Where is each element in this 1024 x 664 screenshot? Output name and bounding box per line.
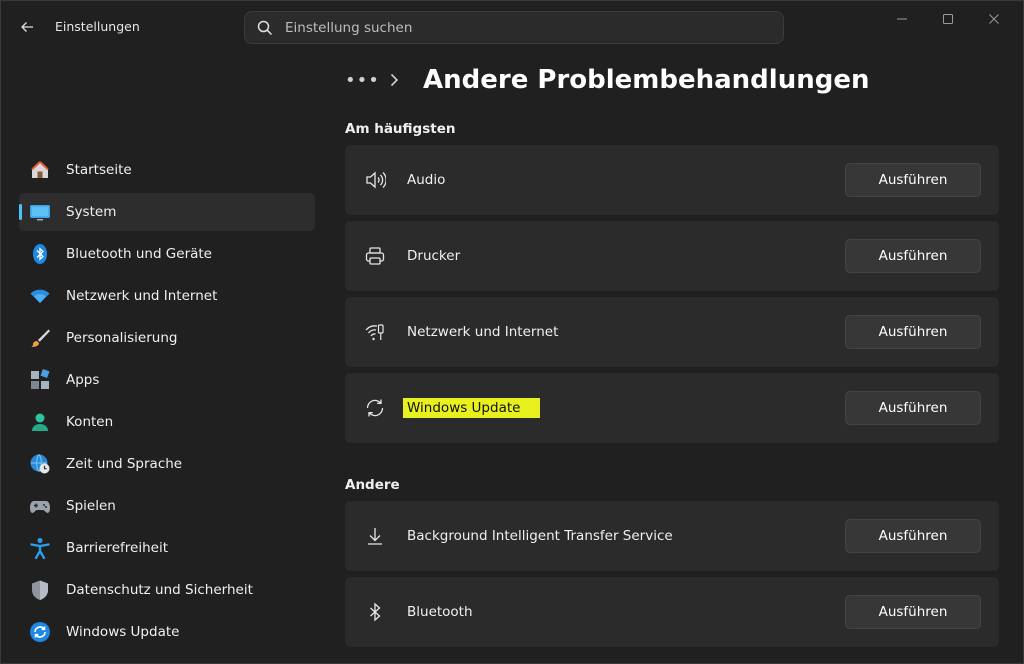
sidebar-item-label: Spielen	[66, 498, 116, 514]
settings-window: Einstellungen Startseite	[0, 0, 1024, 664]
sidebar-item-spielen[interactable]: Spielen	[19, 487, 315, 525]
main-content: ••• Andere Problembehandlungen Am häufig…	[345, 57, 999, 647]
download-icon	[361, 522, 389, 550]
run-printer-button[interactable]: Ausführen	[845, 239, 981, 273]
minimize-icon	[897, 18, 907, 20]
sidebar-item-label: Barrierefreiheit	[66, 540, 168, 556]
run-bluetooth-button[interactable]: Ausführen	[845, 595, 981, 629]
sidebar-item-label: Bluetooth und Geräte	[66, 246, 212, 262]
close-icon	[989, 14, 999, 24]
window-controls	[879, 5, 1017, 33]
section-title-other: Andere	[345, 477, 400, 493]
sidebar-item-label: Startseite	[66, 162, 132, 178]
troubleshooter-bits: Background Intelligent Transfer Service …	[345, 501, 999, 571]
maximize-icon	[943, 14, 953, 24]
shield-icon	[29, 579, 51, 601]
troubleshooter-label: Audio	[407, 172, 446, 188]
person-icon	[29, 411, 51, 433]
sidebar-item-zeit-und-sprache[interactable]: Zeit und Sprache	[19, 445, 315, 483]
sidebar-item-label: Zeit und Sprache	[66, 456, 183, 472]
sidebar-item-label: System	[66, 204, 117, 220]
sidebar-item-datenschutz[interactable]: Datenschutz und Sicherheit	[19, 571, 315, 609]
troubleshooter-windows-update: Windows Update Ausführen	[345, 373, 999, 443]
globe-clock-icon	[29, 453, 51, 475]
search-box[interactable]	[244, 11, 784, 44]
search-input[interactable]	[285, 19, 755, 36]
troubleshooter-network: Netzwerk und Internet Ausführen	[345, 297, 999, 367]
minimize-button[interactable]	[879, 5, 925, 33]
title-bar: Einstellungen	[1, 1, 1023, 53]
sidebar-item-personalisierung[interactable]: Personalisierung	[19, 319, 315, 357]
chevron-right-icon	[383, 73, 405, 87]
sidebar-item-label: Netzwerk und Internet	[66, 288, 218, 304]
breadcrumb-more-button[interactable]: •••	[345, 70, 383, 91]
speaker-icon	[361, 166, 389, 194]
back-button[interactable]	[13, 15, 41, 39]
troubleshooter-audio: Audio Ausführen	[345, 145, 999, 215]
run-bits-button[interactable]: Ausführen	[845, 519, 981, 553]
home-icon	[29, 159, 51, 181]
sidebar-item-windows-update[interactable]: Windows Update	[19, 613, 315, 651]
network-icon	[361, 318, 389, 346]
troubleshooter-bluetooth: Bluetooth Ausführen	[345, 577, 999, 647]
app-title: Einstellungen	[55, 19, 140, 34]
troubleshooter-printer: Drucker Ausführen	[345, 221, 999, 291]
sidebar-item-label: Personalisierung	[66, 330, 178, 346]
sidebar-item-netzwerk[interactable]: Netzwerk und Internet	[19, 277, 315, 315]
sidebar-item-apps[interactable]: Apps	[19, 361, 315, 399]
printer-icon	[361, 242, 389, 270]
monitor-icon	[29, 201, 51, 223]
refresh-icon	[361, 394, 389, 422]
troubleshooter-label: Drucker	[407, 248, 461, 264]
sidebar-item-barrierefreiheit[interactable]: Barrierefreiheit	[19, 529, 315, 567]
sidebar-item-label: Windows Update	[66, 624, 180, 640]
sidebar-item-konten[interactable]: Konten	[19, 403, 315, 441]
update-icon	[29, 621, 51, 643]
gamepad-icon	[29, 495, 51, 517]
sidebar-item-startseite[interactable]: Startseite	[19, 151, 315, 189]
page-title: Andere Problembehandlungen	[423, 65, 870, 95]
accessibility-icon	[29, 537, 51, 559]
wifi-icon	[29, 285, 51, 307]
troubleshooter-label: Netzwerk und Internet	[407, 324, 559, 340]
sidebar-item-label: Apps	[66, 372, 100, 388]
bluetooth-icon	[361, 598, 389, 626]
sidebar-item-label: Datenschutz und Sicherheit	[66, 582, 253, 598]
troubleshooter-label-highlighted: Windows Update	[403, 398, 541, 418]
sidebar-item-label: Konten	[66, 414, 114, 430]
run-windows-update-button[interactable]: Ausführen	[845, 391, 981, 425]
sidebar-item-bluetooth[interactable]: Bluetooth und Geräte	[19, 235, 315, 273]
section-title-frequent: Am häufigsten	[345, 121, 456, 137]
back-arrow-icon	[21, 22, 33, 32]
search-icon	[257, 20, 273, 36]
bluetooth-icon	[29, 243, 51, 265]
apps-icon	[29, 369, 51, 391]
run-network-button[interactable]: Ausführen	[845, 315, 981, 349]
sidebar-item-system[interactable]: System	[19, 193, 315, 231]
troubleshooter-label: Bluetooth	[407, 604, 473, 620]
close-button[interactable]	[971, 5, 1017, 33]
maximize-button[interactable]	[925, 5, 971, 33]
brush-icon	[29, 327, 51, 349]
run-audio-button[interactable]: Ausführen	[845, 163, 981, 197]
sidebar: Startseite System Bluetooth und Geräte N…	[19, 151, 315, 655]
breadcrumb: ••• Andere Problembehandlungen	[345, 57, 999, 103]
troubleshooter-label: Background Intelligent Transfer Service	[407, 528, 673, 544]
